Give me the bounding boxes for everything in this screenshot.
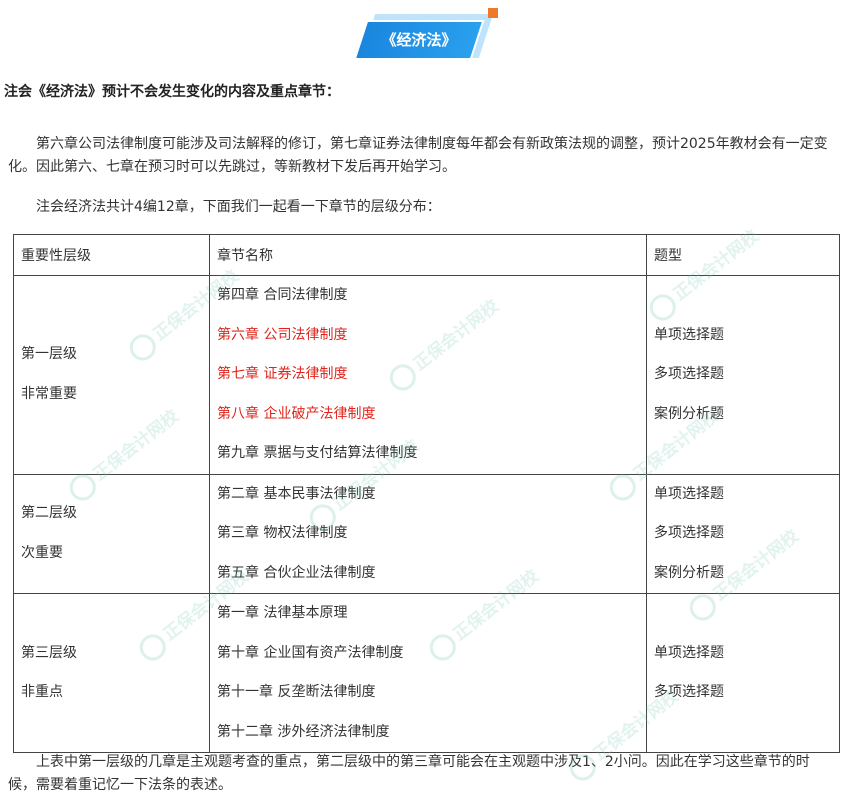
- table-header-row: 重要性层级 章节名称 题型: [13, 234, 840, 276]
- question-type: 多项选择题: [654, 684, 724, 700]
- question-types-cell: 单项选择题 多项选择题: [646, 593, 840, 753]
- header-chapter: 章节名称: [209, 234, 647, 276]
- chapter-item: 第八章 企业破产法律制度: [217, 405, 376, 422]
- question-type: [654, 713, 832, 753]
- chapter-item: 第九章 票据与支付结算法律制度: [217, 445, 418, 461]
- level-cell: 第二层级 次重要: [13, 473, 210, 594]
- question-type: 单项选择题: [654, 485, 724, 502]
- overview-paragraph: 注会经济法共计4编12章，下面我们一起看一下章节的层级分布：: [36, 199, 441, 215]
- intro-paragraph: 第六章公司法律制度可能涉及司法解释的修订，第七章证券法律制度每年都会有新政策法规…: [8, 136, 828, 175]
- question-type: 单项选择题: [654, 644, 724, 661]
- level-name: 第三层级: [21, 644, 77, 661]
- question-type: [654, 276, 832, 316]
- conclusion-paragraph: 上表中第一层级的几章是主观题考查的重点，第二层级中的第三章可能会在主观题中涉及1…: [8, 754, 810, 793]
- question-type: 单项选择题: [654, 326, 724, 343]
- chapters-cell: 第二章 基本民事法律制度 第三章 物权法律制度 第五章 合伙企业法律制度: [209, 473, 647, 594]
- chapters-cell: 第一章 法律基本原理 第十章 企业国有资产法律制度 第十一章 反垄断法律制度 第…: [209, 593, 647, 753]
- header-level: 重要性层级: [13, 234, 210, 276]
- level-importance: 次重要: [21, 544, 63, 561]
- section-title: 注会《经济法》预计不会发生变化的内容及重点章节：: [4, 84, 340, 100]
- level-name: 第一层级: [21, 346, 77, 363]
- question-type: 多项选择题: [654, 366, 724, 382]
- question-types-cell: 单项选择题 多项选择题 案例分析题: [646, 473, 840, 594]
- question-type: [654, 594, 832, 634]
- chapter-item: 第十章 企业国有资产法律制度: [217, 644, 404, 661]
- level-importance: 非重点: [21, 684, 63, 700]
- chapter-item: 第五章 合伙企业法律制度: [217, 564, 376, 581]
- header-question-type: 题型: [646, 234, 840, 276]
- table-row: 第一层级 非常重要 第四章 合同法律制度 第六章 公司法律制度 第七章 证券法律…: [13, 275, 840, 475]
- chapters-cell: 第四章 合同法律制度 第六章 公司法律制度 第七章 证券法律制度 第八章 企业破…: [209, 275, 647, 475]
- chapter-item: 第十一章 反垄断法律制度: [217, 684, 376, 700]
- chapter-item: 第六章 公司法律制度: [217, 326, 348, 343]
- chapter-item: 第十二章 涉外经济法律制度: [217, 723, 390, 740]
- chapter-item: 第一章 法律基本原理: [217, 605, 348, 621]
- level-name: 第二层级: [21, 505, 77, 522]
- banner-title: 《经济法》: [381, 31, 457, 49]
- chapter-item: 第四章 合同法律制度: [217, 287, 348, 303]
- question-type: 案例分析题: [654, 405, 724, 422]
- level-cell: 第一层级 非常重要: [13, 275, 210, 475]
- level-cell: 第三层级 非重点: [13, 593, 210, 753]
- chapter-item: 第三章 物权法律制度: [217, 525, 348, 541]
- question-type: [654, 434, 832, 474]
- chapter-item: 第七章 证券法律制度: [217, 366, 348, 382]
- banner-accent-square: [488, 8, 498, 18]
- table-row: 第二层级 次重要 第二章 基本民事法律制度 第三章 物权法律制度 第五章 合伙企…: [13, 473, 840, 594]
- question-types-cell: 单项选择题 多项选择题 案例分析题: [646, 275, 840, 475]
- title-banner: 《经济法》: [353, 8, 498, 62]
- chapter-item: 第二章 基本民事法律制度: [217, 485, 376, 502]
- level-importance: 非常重要: [21, 385, 77, 402]
- table-row: 第三层级 非重点 第一章 法律基本原理 第十章 企业国有资产法律制度 第十一章 …: [13, 593, 840, 753]
- question-type: 案例分析题: [654, 564, 724, 581]
- question-type: 多项选择题: [654, 525, 724, 541]
- chapter-level-table: 重要性层级 章节名称 题型 第一层级 非常重要 第四章 合同法律制度 第六章 公…: [13, 234, 840, 753]
